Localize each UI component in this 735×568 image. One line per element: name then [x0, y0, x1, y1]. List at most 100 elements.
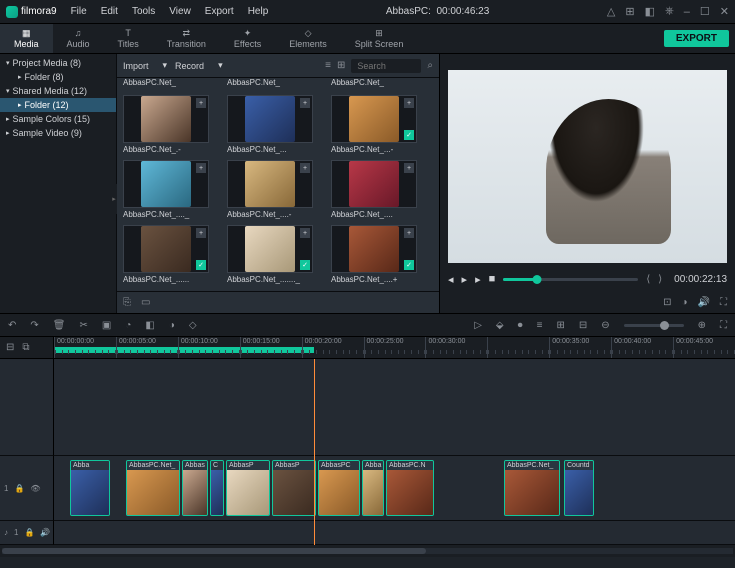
ripple-icon[interactable]: ⊟: [6, 342, 14, 353]
timeline-clip[interactable]: AbbasPC.Net_: [504, 460, 560, 516]
fullscreen-icon[interactable]: ⛶: [720, 297, 727, 308]
export-button[interactable]: EXPORT: [664, 30, 729, 47]
sidebar-collapse-handle[interactable]: ▸: [111, 184, 117, 214]
zoom-out-icon[interactable]: ⊖: [601, 320, 609, 331]
zoom-in-icon[interactable]: ⊕: [698, 320, 706, 331]
menu-tools[interactable]: Tools: [132, 6, 155, 17]
lock-icon[interactable]: 🔒: [14, 484, 24, 493]
user-icon[interactable]: △: [607, 5, 615, 18]
search-input[interactable]: [351, 59, 421, 73]
timeline-clip[interactable]: AbbasPC.N: [386, 460, 434, 516]
snapshot-icon[interactable]: ⊡: [663, 297, 671, 308]
folder-icon[interactable]: ▭: [141, 297, 150, 308]
add-icon[interactable]: +: [196, 228, 206, 238]
menu-edit[interactable]: Edit: [101, 6, 118, 17]
green-screen-icon[interactable]: ◑: [169, 320, 175, 331]
tab-elements[interactable]: ◇Elements: [275, 24, 341, 53]
tab-audio[interactable]: ♫Audio: [53, 24, 104, 53]
search-icon[interactable]: ⌕: [427, 60, 433, 71]
next-button[interactable]: ▸: [475, 273, 481, 286]
timeline-ruler[interactable]: 00:00:00:0000:00:05:0000:00:10:0000:00:1…: [54, 337, 735, 358]
tree-item[interactable]: ▸Folder (8): [0, 70, 116, 84]
audio-track-header[interactable]: ♪ 1 🔒 🔊: [0, 521, 54, 545]
add-icon[interactable]: +: [404, 98, 414, 108]
minimize-button[interactable]: ‒: [684, 6, 690, 18]
undo-icon[interactable]: ↶: [8, 320, 16, 331]
media-item[interactable]: +AbbasPC.Net_....-: [227, 160, 313, 219]
maximize-button[interactable]: ☐: [700, 5, 710, 18]
timeline-clip[interactable]: Abbas: [182, 460, 208, 516]
record-dropdown[interactable]: Record▾: [175, 60, 223, 71]
zoom-slider[interactable]: [624, 324, 684, 327]
filter-icon[interactable]: ≡: [325, 60, 331, 71]
split-icon[interactable]: ✂: [79, 320, 87, 331]
media-item[interactable]: +✓AbbasPC.Net_...-: [331, 95, 417, 154]
media-item[interactable]: +✓AbbasPC.Net_....+: [331, 225, 417, 284]
timeline-clip[interactable]: C: [210, 460, 224, 516]
step-fwd-button[interactable]: ⟩: [658, 274, 662, 285]
prev-button[interactable]: ◂: [448, 273, 454, 286]
tree-item[interactable]: ▸Sample Colors (15): [0, 112, 116, 126]
timeline-clip[interactable]: AbbasP: [226, 460, 270, 516]
grid-view-icon[interactable]: ⊞: [337, 60, 345, 71]
import-dropdown[interactable]: Import▾: [123, 60, 167, 71]
audio-track-1[interactable]: [54, 521, 735, 545]
menu-view[interactable]: View: [169, 6, 191, 17]
color-icon[interactable]: ◧: [145, 320, 154, 331]
add-icon[interactable]: +: [404, 228, 414, 238]
media-item[interactable]: +AbbasPC.Net_...: [227, 95, 313, 154]
tree-item[interactable]: ▾Shared Media (12): [0, 84, 116, 98]
seek-knob[interactable]: [533, 275, 542, 284]
redo-icon[interactable]: ↷: [30, 320, 38, 331]
keyframe-icon[interactable]: ◇: [189, 320, 197, 331]
timeline-clip[interactable]: Abba: [70, 460, 110, 516]
tree-item[interactable]: ▸Folder (12): [0, 98, 116, 112]
media-item[interactable]: AbbasPC.Net_: [123, 78, 209, 89]
media-item[interactable]: AbbasPC.Net_: [331, 78, 417, 89]
zoom-fit-icon[interactable]: ⛶: [720, 320, 727, 331]
menu-export[interactable]: Export: [205, 6, 234, 17]
mute-icon[interactable]: 🔊: [40, 528, 50, 537]
media-item[interactable]: +✓AbbasPC.Net_......._: [227, 225, 313, 284]
zoom-knob[interactable]: [660, 321, 669, 330]
add-icon[interactable]: +: [196, 163, 206, 173]
tab-media[interactable]: ▦Media: [0, 24, 53, 53]
empty-track-row[interactable]: [54, 359, 735, 456]
mixer-icon[interactable]: ≡: [537, 320, 543, 331]
menu-help[interactable]: Help: [248, 6, 269, 17]
add-icon[interactable]: +: [300, 98, 310, 108]
volume-icon[interactable]: 🔊: [698, 297, 710, 308]
visibility-icon[interactable]: 👁: [30, 484, 40, 493]
add-icon[interactable]: +: [300, 228, 310, 238]
new-folder-icon[interactable]: ⎘: [123, 297, 131, 308]
timeline-clip[interactable]: Countd: [564, 460, 594, 516]
seek-bar[interactable]: [503, 278, 638, 281]
crop-icon[interactable]: ▣: [102, 320, 111, 331]
adjust-icon[interactable]: ⊞: [556, 320, 564, 331]
media-item[interactable]: +AbbasPC.Net_...._: [123, 160, 209, 219]
marker-icon[interactable]: ⬙: [496, 320, 504, 331]
video-track-1[interactable]: AbbaAbbasPC.Net_AbbasCAbbasPAbbasPAbbasP…: [54, 456, 735, 521]
play-button[interactable]: ▸: [462, 273, 468, 286]
tree-item[interactable]: ▾Project Media (8): [0, 56, 116, 70]
add-icon[interactable]: +: [196, 98, 206, 108]
playhead[interactable]: [314, 359, 315, 545]
tab-titles[interactable]: TTitles: [104, 24, 153, 53]
tracks-content[interactable]: AbbaAbbasPC.Net_AbbasCAbbasPAbbasPAbbasP…: [54, 359, 735, 545]
add-icon[interactable]: +: [300, 163, 310, 173]
manage-tracks-icon[interactable]: ⊟: [579, 320, 587, 331]
tab-split-screen[interactable]: ⊞Split Screen: [341, 24, 418, 53]
speed-icon[interactable]: ◔: [125, 320, 131, 331]
menu-file[interactable]: File: [71, 6, 87, 17]
mic-icon[interactable]: ◧: [645, 5, 655, 18]
timeline-clip[interactable]: AbbasPC: [318, 460, 360, 516]
notify-icon[interactable]: ⎈: [665, 5, 674, 18]
tab-transition[interactable]: ⇄Transition: [153, 24, 220, 53]
delete-icon[interactable]: 🗑: [53, 320, 66, 331]
media-item[interactable]: AbbasPC.Net_: [227, 78, 313, 89]
voiceover-icon[interactable]: ⏺: [518, 320, 523, 331]
scroll-thumb[interactable]: [2, 548, 426, 554]
timeline-scrollbar[interactable]: [0, 545, 735, 557]
tab-effects[interactable]: ✦Effects: [220, 24, 275, 53]
close-button[interactable]: ✕: [720, 5, 729, 18]
